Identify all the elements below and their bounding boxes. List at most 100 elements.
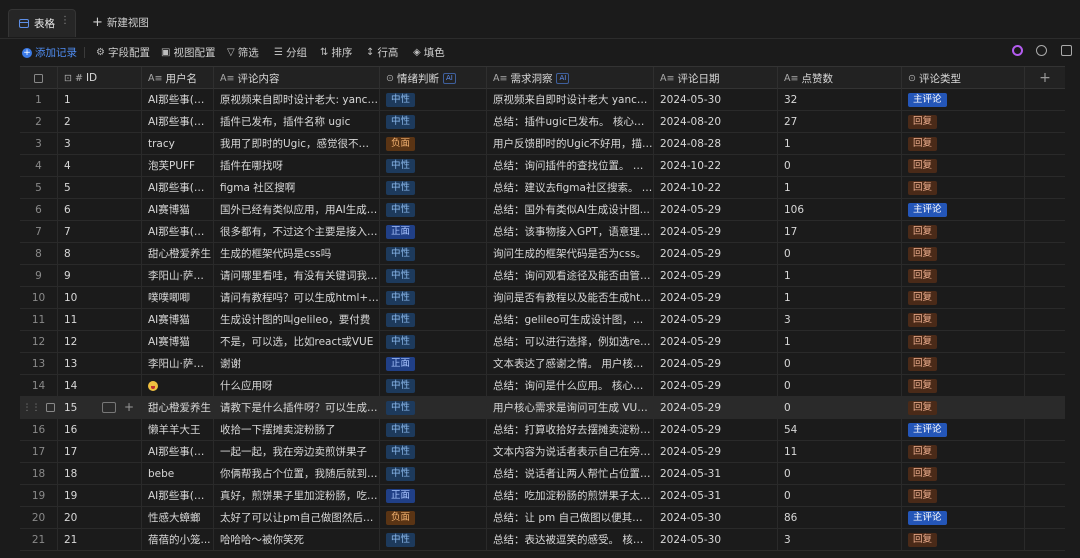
cell-type[interactable]: 回复 <box>902 221 1025 242</box>
cell-id[interactable]: 2 <box>58 111 142 132</box>
cell-type[interactable]: 回复 <box>902 309 1025 330</box>
cell-id[interactable]: 21 <box>58 529 142 550</box>
cell-type[interactable]: 回复 <box>902 463 1025 484</box>
cell-user[interactable]: tracy <box>142 133 214 154</box>
cell-likes[interactable]: 0 <box>778 485 902 506</box>
cell-likes[interactable]: 1 <box>778 133 902 154</box>
cell-type[interactable]: 回复 <box>902 441 1025 462</box>
cell-date[interactable]: 2024-05-29 <box>654 353 778 374</box>
cell-date[interactable]: 2024-05-31 <box>654 485 778 506</box>
row-index[interactable]: 4 <box>20 155 58 176</box>
table-row[interactable]: 2 2 AI那些事(搞... 插件已发布，插件名称 ugic 中性 总结：插件ugic已发… <box>20 111 1065 133</box>
history-icon[interactable] <box>1036 45 1047 56</box>
insert-row-icon[interactable]: + <box>124 400 134 414</box>
cell-user[interactable]: AI赛博猫 <box>142 331 214 352</box>
cell-date[interactable]: 2024-05-29 <box>654 199 778 220</box>
cell-sentiment[interactable]: 中性 <box>380 111 487 132</box>
row-checkbox[interactable] <box>45 403 55 412</box>
cell-likes[interactable]: 0 <box>778 353 902 374</box>
cell-sentiment[interactable]: 中性 <box>380 287 487 308</box>
cell-type[interactable]: 回复 <box>902 331 1025 352</box>
cell-id[interactable]: 18 <box>58 463 142 484</box>
cell-user[interactable]: AI赛博猫 <box>142 199 214 220</box>
cell-likes[interactable]: 27 <box>778 111 902 132</box>
cell-comment[interactable]: 太好了可以让pm自己做图然后发... <box>214 507 380 528</box>
table-row[interactable]: 10 10 噗噗唧唧 请问有教程吗？可以生成html+css... 中性 询问是否有教程以… <box>20 287 1065 309</box>
cell-sentiment[interactable]: 中性 <box>380 419 487 440</box>
cell-insight[interactable]: 总结：国外有类似AI生成设计图... <box>487 199 654 220</box>
cell-user[interactable]: AI那些事(搞... <box>142 111 214 132</box>
table-row[interactable]: 19 19 AI那些事(搞... 真好，煎饼果子里加淀粉肠，吃煎... 正面 总结：吃加淀… <box>20 485 1065 507</box>
ai-assistant-icon[interactable] <box>1012 45 1023 56</box>
cell-type[interactable]: 回复 <box>902 133 1025 154</box>
add-record-button[interactable]: + 添加记录 <box>22 45 77 60</box>
cell-insight[interactable]: 总结：打算收拾好去摆摊卖淀粉肠... <box>487 419 654 440</box>
cell-sentiment[interactable]: 中性 <box>380 309 487 330</box>
cell-user[interactable]: bebe <box>142 463 214 484</box>
cell-id[interactable]: 15 + <box>58 397 142 418</box>
cell-sentiment[interactable]: 负面 <box>380 507 487 528</box>
cell-type[interactable]: 回复 <box>902 177 1025 198</box>
row-index[interactable]: 13 <box>20 353 58 374</box>
drag-handle-icon[interactable]: ⋮⋮ <box>23 403 41 413</box>
cell-likes[interactable]: 106 <box>778 199 902 220</box>
cell-insight[interactable]: 询问生成的框架代码是否为css。 <box>487 243 654 264</box>
cell-sentiment[interactable]: 中性 <box>380 397 487 418</box>
cell-id[interactable]: 13 <box>58 353 142 374</box>
cell-type[interactable]: 主评论 <box>902 419 1025 440</box>
table-row[interactable]: 18 18 bebe 你俩帮我占个位置，我随后就到，... 中性 总结：说话者让两人帮忙占… <box>20 463 1065 485</box>
cell-date[interactable]: 2024-05-29 <box>654 441 778 462</box>
cell-insight[interactable]: 总结：询问是什么应用。 核心需... <box>487 375 654 396</box>
cell-date[interactable]: 2024-10-22 <box>654 155 778 176</box>
table-row[interactable]: 7 7 AI那些事(搞... 很多都有，不过这个主要是接入了... 正面 总结：该事物接入… <box>20 221 1065 243</box>
row-index[interactable]: 6 <box>20 199 58 220</box>
cell-date[interactable]: 2024-05-30 <box>654 507 778 528</box>
row-index[interactable]: 17 <box>20 441 58 462</box>
field-config-button[interactable]: ⚙ 字段配置 <box>96 45 150 60</box>
cell-sentiment[interactable]: 中性 <box>380 177 487 198</box>
cell-likes[interactable]: 11 <box>778 441 902 462</box>
table-row[interactable]: 16 16 懒羊羊大王 收拾一下摆摊卖淀粉肠了 中性 总结：打算收拾好去摆摊卖淀粉肠...… <box>20 419 1065 441</box>
cell-type[interactable]: 回复 <box>902 243 1025 264</box>
cell-comment[interactable]: 请教下是什么插件呀？可以生成V... <box>214 397 380 418</box>
group-button[interactable]: ☰ 分组 <box>274 45 307 60</box>
cell-comment[interactable]: 很多都有，不过这个主要是接入了... <box>214 221 380 242</box>
cell-sentiment[interactable]: 中性 <box>380 243 487 264</box>
cell-type[interactable]: 主评论 <box>902 199 1025 220</box>
table-row[interactable]: 5 5 AI那些事(搞... figma 社区搜啊 中性 总结：建议去figma社区搜索。… <box>20 177 1065 199</box>
table-row[interactable]: 14 14 什么应用呀 中性 总结：询问是什么应用。 核心需... 2024-05-29 0… <box>20 375 1065 397</box>
cell-date[interactable]: 2024-05-29 <box>654 265 778 286</box>
cell-user[interactable]: 甜心橙爱养生 <box>142 243 214 264</box>
cell-date[interactable]: 2024-05-29 <box>654 243 778 264</box>
cell-id[interactable]: 9 <box>58 265 142 286</box>
cell-sentiment[interactable]: 正面 <box>380 485 487 506</box>
cell-id[interactable]: 3 <box>58 133 142 154</box>
cell-likes[interactable]: 3 <box>778 309 902 330</box>
cell-type[interactable]: 回复 <box>902 287 1025 308</box>
cell-user[interactable]: AI那些事(搞... <box>142 441 214 462</box>
cell-user[interactable]: 蓓蓓的小笼... <box>142 529 214 550</box>
cell-sentiment[interactable]: 中性 <box>380 375 487 396</box>
cell-comment[interactable]: 不是，可以选，比如react或VUE <box>214 331 380 352</box>
fill-color-button[interactable]: ◈ 填色 <box>413 45 445 60</box>
cell-likes[interactable]: 1 <box>778 265 902 286</box>
cell-id[interactable]: 4 <box>58 155 142 176</box>
cell-id[interactable]: 1 <box>58 89 142 110</box>
cell-likes[interactable]: 0 <box>778 463 902 484</box>
filter-button[interactable]: ▽ 筛选 <box>227 45 259 60</box>
cell-insight[interactable]: 总结：吃加淀粉肠的煎饼果子太干... <box>487 485 654 506</box>
row-index[interactable]: 5 <box>20 177 58 198</box>
row-index[interactable]: 1 <box>20 89 58 110</box>
cell-likes[interactable]: 54 <box>778 419 902 440</box>
row-index[interactable]: 21 <box>20 529 58 550</box>
cell-id[interactable]: 11 <box>58 309 142 330</box>
table-row[interactable]: 6 6 AI赛博猫 国外已经有类似应用，用AI生成设... 中性 总结：国外有类似AI生成… <box>20 199 1065 221</box>
row-index[interactable]: 11 <box>20 309 58 330</box>
cell-user[interactable]: 懒羊羊大王 <box>142 419 214 440</box>
cell-insight[interactable]: 总结：该事物接入GPT，语意理解... <box>487 221 654 242</box>
cell-type[interactable]: 回复 <box>902 265 1025 286</box>
cell-comment[interactable]: 国外已经有类似应用，用AI生成设... <box>214 199 380 220</box>
cell-date[interactable]: 2024-05-29 <box>654 287 778 308</box>
cell-id[interactable]: 17 <box>58 441 142 462</box>
cell-user[interactable]: AI那些事(搞... <box>142 89 214 110</box>
